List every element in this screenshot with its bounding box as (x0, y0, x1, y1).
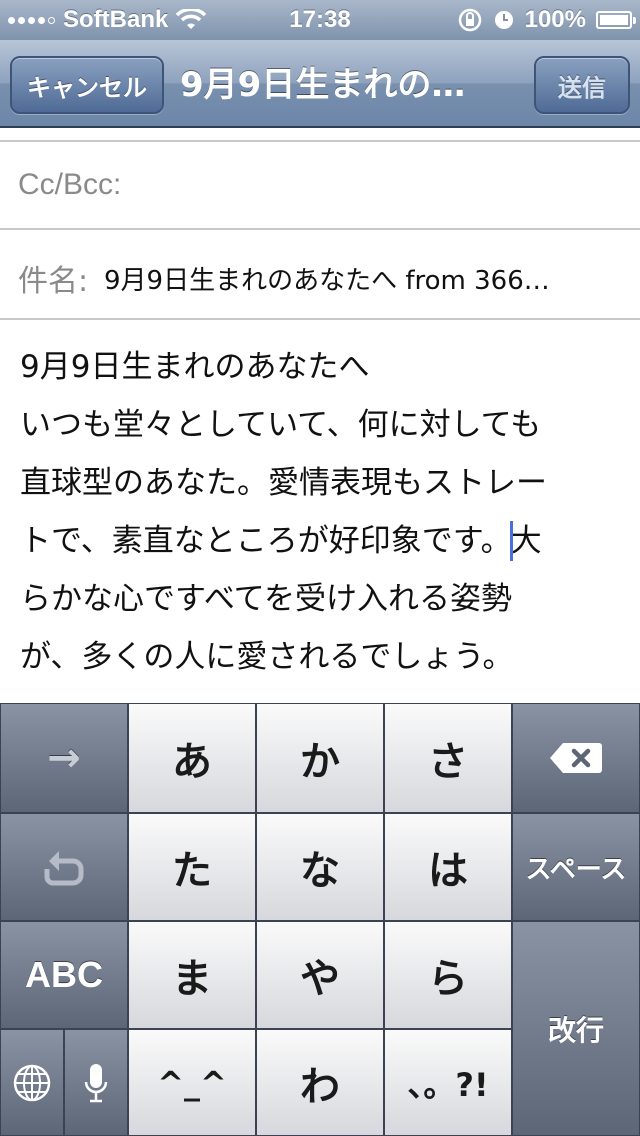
key-na[interactable]: な (256, 813, 384, 921)
undo-key[interactable] (0, 813, 128, 921)
body-line: 9月9日生まれのあなたへ (20, 349, 370, 385)
key-punctuation[interactable]: 、。?! (384, 1029, 512, 1136)
key-wa[interactable]: わ (256, 1029, 384, 1136)
abc-key[interactable]: ABC (0, 921, 128, 1029)
arrow-right-icon: → (47, 735, 81, 781)
key-emoticon[interactable]: ^_^ (128, 1029, 256, 1136)
body-line: 直球型のあなた。愛情表現もストレー (20, 465, 547, 501)
message-body[interactable]: 9月9日生まれのあなたへ いつも堂々としていて、何に対しても 直球型のあなた。愛… (20, 338, 620, 686)
battery-icon (596, 11, 636, 29)
globe-icon (13, 1064, 51, 1101)
key-ma[interactable]: ま (128, 921, 256, 1029)
body-line: らかな心ですべてを受け入れる姿勢 (20, 581, 512, 617)
cc-bcc-field[interactable]: Cc/Bcc: (0, 142, 640, 230)
undo-icon (44, 851, 84, 886)
cancel-button[interactable]: キャンセル (10, 56, 164, 114)
key-a[interactable]: あ (128, 703, 256, 813)
body-line: が、多くの人に愛されるでしょう。 (20, 639, 514, 675)
body-line: いつも堂々としていて、何に対しても (20, 407, 542, 443)
cc-bcc-label: Cc/Bcc: (18, 168, 122, 201)
globe-key[interactable] (0, 1029, 64, 1136)
send-button[interactable]: 送信 (534, 56, 630, 114)
rotation-lock-icon (458, 8, 481, 32)
text-cursor (509, 520, 513, 561)
status-right-group: 100% (457, 6, 636, 34)
keyboard: → あ か さ た な は スペース ABC ま や ら 改行 ^_^ わ 、。… (0, 703, 640, 1136)
return-key[interactable]: 改行 (512, 921, 640, 1136)
body-after-cursor: 大 (510, 523, 542, 559)
next-candidate-key[interactable]: → (0, 703, 128, 813)
dictation-key[interactable] (64, 1029, 128, 1136)
subject-label: 件名: (18, 264, 89, 299)
key-sa[interactable]: さ (384, 703, 512, 813)
space-key[interactable]: スペース (512, 813, 640, 921)
delete-key[interactable] (512, 703, 640, 813)
key-ta[interactable]: た (128, 813, 256, 921)
key-ya[interactable]: や (256, 921, 384, 1029)
microphone-icon (84, 1063, 108, 1102)
delete-icon (550, 743, 602, 773)
subject-field[interactable]: 件名: 9月9日生まれのあなたへ from 366… (0, 230, 640, 320)
subject-value: 9月9日生まれのあなたへ from 366… (104, 266, 550, 296)
key-ra[interactable]: ら (384, 921, 512, 1029)
body-line-with-cursor: トで、素直なところが好印象です。大 (20, 512, 620, 570)
to-field-edge (0, 128, 640, 142)
key-ha[interactable]: は (384, 813, 512, 921)
nav-title: 9月9日生まれの… (180, 65, 466, 105)
body-line: トで、素直なところが好印象です。 (20, 523, 512, 559)
key-ka[interactable]: か (256, 703, 384, 813)
alarm-icon (494, 11, 513, 29)
status-bar: SoftBank 17:38 100% (0, 0, 640, 40)
battery-percent: 100% (524, 6, 586, 33)
nav-bar: キャンセル 9月9日生まれの… 送信 (0, 40, 640, 128)
